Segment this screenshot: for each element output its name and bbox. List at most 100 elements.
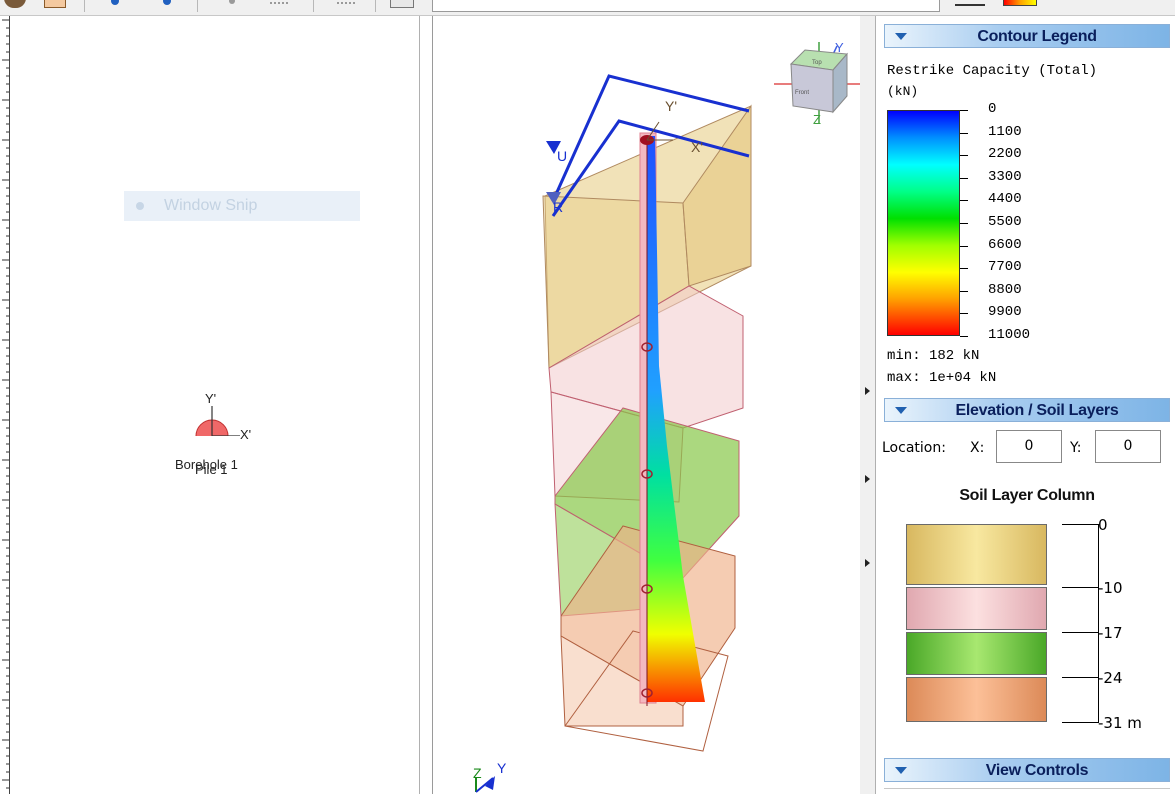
- window-snip-overlay[interactable]: Window Snip: [124, 191, 360, 221]
- legend-tick-label: 1100: [988, 123, 1022, 140]
- contour-legend-header[interactable]: Contour Legend: [884, 24, 1170, 48]
- elevation-tick: [1062, 632, 1099, 633]
- soil-layer-swatch-3[interactable]: [906, 632, 1047, 675]
- elevation-header[interactable]: Elevation / Soil Layers: [884, 398, 1170, 422]
- axis-triad: Z Y: [473, 760, 507, 793]
- elevation-label-2: -17: [1098, 624, 1123, 642]
- legend-tick-mark: [960, 268, 968, 270]
- line-style-icon[interactable]: [955, 0, 985, 6]
- legend-tick-mark: [960, 313, 968, 315]
- triad-y-label: Y: [497, 760, 507, 776]
- toolbar-separator: [84, 0, 85, 12]
- legend-tick-label: 11000: [988, 327, 1031, 343]
- legend-tick-label: 9900: [988, 304, 1022, 321]
- legend-tick-label: 6600: [988, 236, 1022, 253]
- label-r: R: [553, 199, 563, 215]
- cube-front-face[interactable]: [790, 63, 834, 113]
- chevron-down-icon[interactable]: [895, 33, 907, 40]
- cube-z-label: Z: [813, 112, 821, 127]
- legend-tick-mark: [960, 245, 968, 247]
- plan-axis-y-label: Y': [205, 391, 217, 406]
- panel-splitter[interactable]: [860, 16, 876, 794]
- elevation-label-3: -24: [1098, 669, 1123, 687]
- plan-axis-x-label: X': [240, 427, 252, 442]
- view-cube[interactable]: Top Front Y Z: [774, 40, 861, 127]
- node-tool-icon[interactable]: [229, 0, 235, 4]
- toolbar-separator: [197, 0, 198, 12]
- point-tool-2-icon[interactable]: [163, 0, 171, 5]
- 3d-view[interactable]: U R Y' X' Top Front Y Z Z Y: [432, 16, 861, 794]
- legend-tick-mark: [960, 290, 968, 292]
- elevation-label-1: -10: [1098, 579, 1123, 597]
- legend-tick-mark: [960, 155, 968, 157]
- toolbar-separator: [375, 0, 376, 12]
- cube-y-label: Y: [835, 40, 844, 55]
- location-x-input[interactable]: 0: [996, 430, 1062, 463]
- collapse-arrow-icon[interactable]: [865, 559, 870, 567]
- collapse-arrow-icon[interactable]: [865, 387, 870, 395]
- toolbar: [0, 0, 1175, 16]
- soil-layer-swatch-1[interactable]: [906, 524, 1047, 585]
- soil-layer-swatch-2[interactable]: [906, 587, 1047, 630]
- triad-z-label: Z: [473, 765, 482, 781]
- cube-front-label: Front: [795, 90, 809, 96]
- legend-tick-mark: [960, 200, 968, 202]
- pile-plan-marker[interactable]: [180, 386, 270, 436]
- legend-tick-mark: [960, 177, 968, 179]
- soil-layer-swatch-4[interactable]: [906, 677, 1047, 722]
- plan-view[interactable]: Window Snip Y' X' Borehole 1 Pile 1: [0, 16, 420, 794]
- polyline-tool-icon[interactable]: [337, 0, 355, 4]
- elevation-axis-line: [1098, 524, 1099, 722]
- legend-quantity: Restrike Capacity (Total): [887, 63, 1098, 79]
- legend-min: min: 182 kN: [887, 348, 980, 364]
- 3d-model: U R Y' X' Top Front Y Z Z Y: [473, 40, 861, 793]
- pile-label: Pile 1: [195, 462, 228, 477]
- line-tool-icon[interactable]: [270, 0, 288, 4]
- contour-colors-icon[interactable]: [1003, 0, 1037, 6]
- label-u: U: [557, 148, 567, 164]
- hand-tool-icon[interactable]: [4, 0, 26, 8]
- contour-legend-title: Contour Legend: [977, 28, 1097, 45]
- legend-tick-label: 2200: [988, 146, 1022, 163]
- legend-tick-mark: [960, 132, 968, 134]
- point-tool-icon[interactable]: [111, 0, 119, 5]
- grid-tool-icon[interactable]: [390, 0, 414, 8]
- legend-tick-mark: [960, 336, 968, 337]
- soil-column-title: Soil Layer Column: [959, 487, 1095, 504]
- select-box-icon[interactable]: [44, 0, 66, 8]
- legend-tick-label: 0: [988, 101, 997, 117]
- elevation-title: Elevation / Soil Layers: [955, 402, 1119, 419]
- legend-max: max: 1e+04 kN: [887, 370, 997, 386]
- legend-tick-label: 7700: [988, 259, 1022, 276]
- chevron-down-icon[interactable]: [895, 407, 907, 414]
- snip-dot-icon: [136, 202, 144, 210]
- collapse-arrow-icon[interactable]: [865, 475, 870, 483]
- toolbar-separator: [313, 0, 314, 12]
- elevation-tick: [1062, 722, 1099, 723]
- vertical-ruler: [2, 16, 10, 794]
- legend-tick-mark: [960, 110, 968, 111]
- color-bar: [887, 110, 960, 336]
- chevron-down-icon[interactable]: [895, 767, 907, 774]
- y-label: Y:: [1070, 440, 1082, 456]
- side-panel: Contour Legend Restrike Capacity (Total)…: [876, 16, 1175, 794]
- legend-tick-label: 3300: [988, 168, 1022, 185]
- application-window: Window Snip Y' X' Borehole 1 Pile 1 U R …: [0, 0, 1175, 794]
- view-controls-header[interactable]: View Controls: [884, 758, 1170, 782]
- toolbar-dropdown[interactable]: [432, 0, 940, 12]
- legend-tick-mark: [960, 223, 968, 224]
- window-snip-label: Window Snip: [164, 197, 258, 214]
- x-label: X:: [970, 440, 985, 456]
- legend-tick-label: 5500: [988, 214, 1022, 230]
- elevation-tick: [1062, 587, 1099, 588]
- legend-units: (kN): [887, 84, 919, 99]
- elevation-tick: [1062, 524, 1099, 525]
- view-controls-title: View Controls: [985, 762, 1089, 779]
- label-y-prime: Y': [665, 98, 677, 114]
- legend-tick-label: 8800: [988, 281, 1022, 298]
- location-y-input[interactable]: 0: [1095, 430, 1161, 463]
- location-label: Location:: [882, 440, 946, 456]
- elevation-label-0: 0: [1098, 516, 1108, 534]
- legend-tick-label: 4400: [988, 191, 1022, 208]
- elevation-label-4: -31 m: [1098, 714, 1142, 732]
